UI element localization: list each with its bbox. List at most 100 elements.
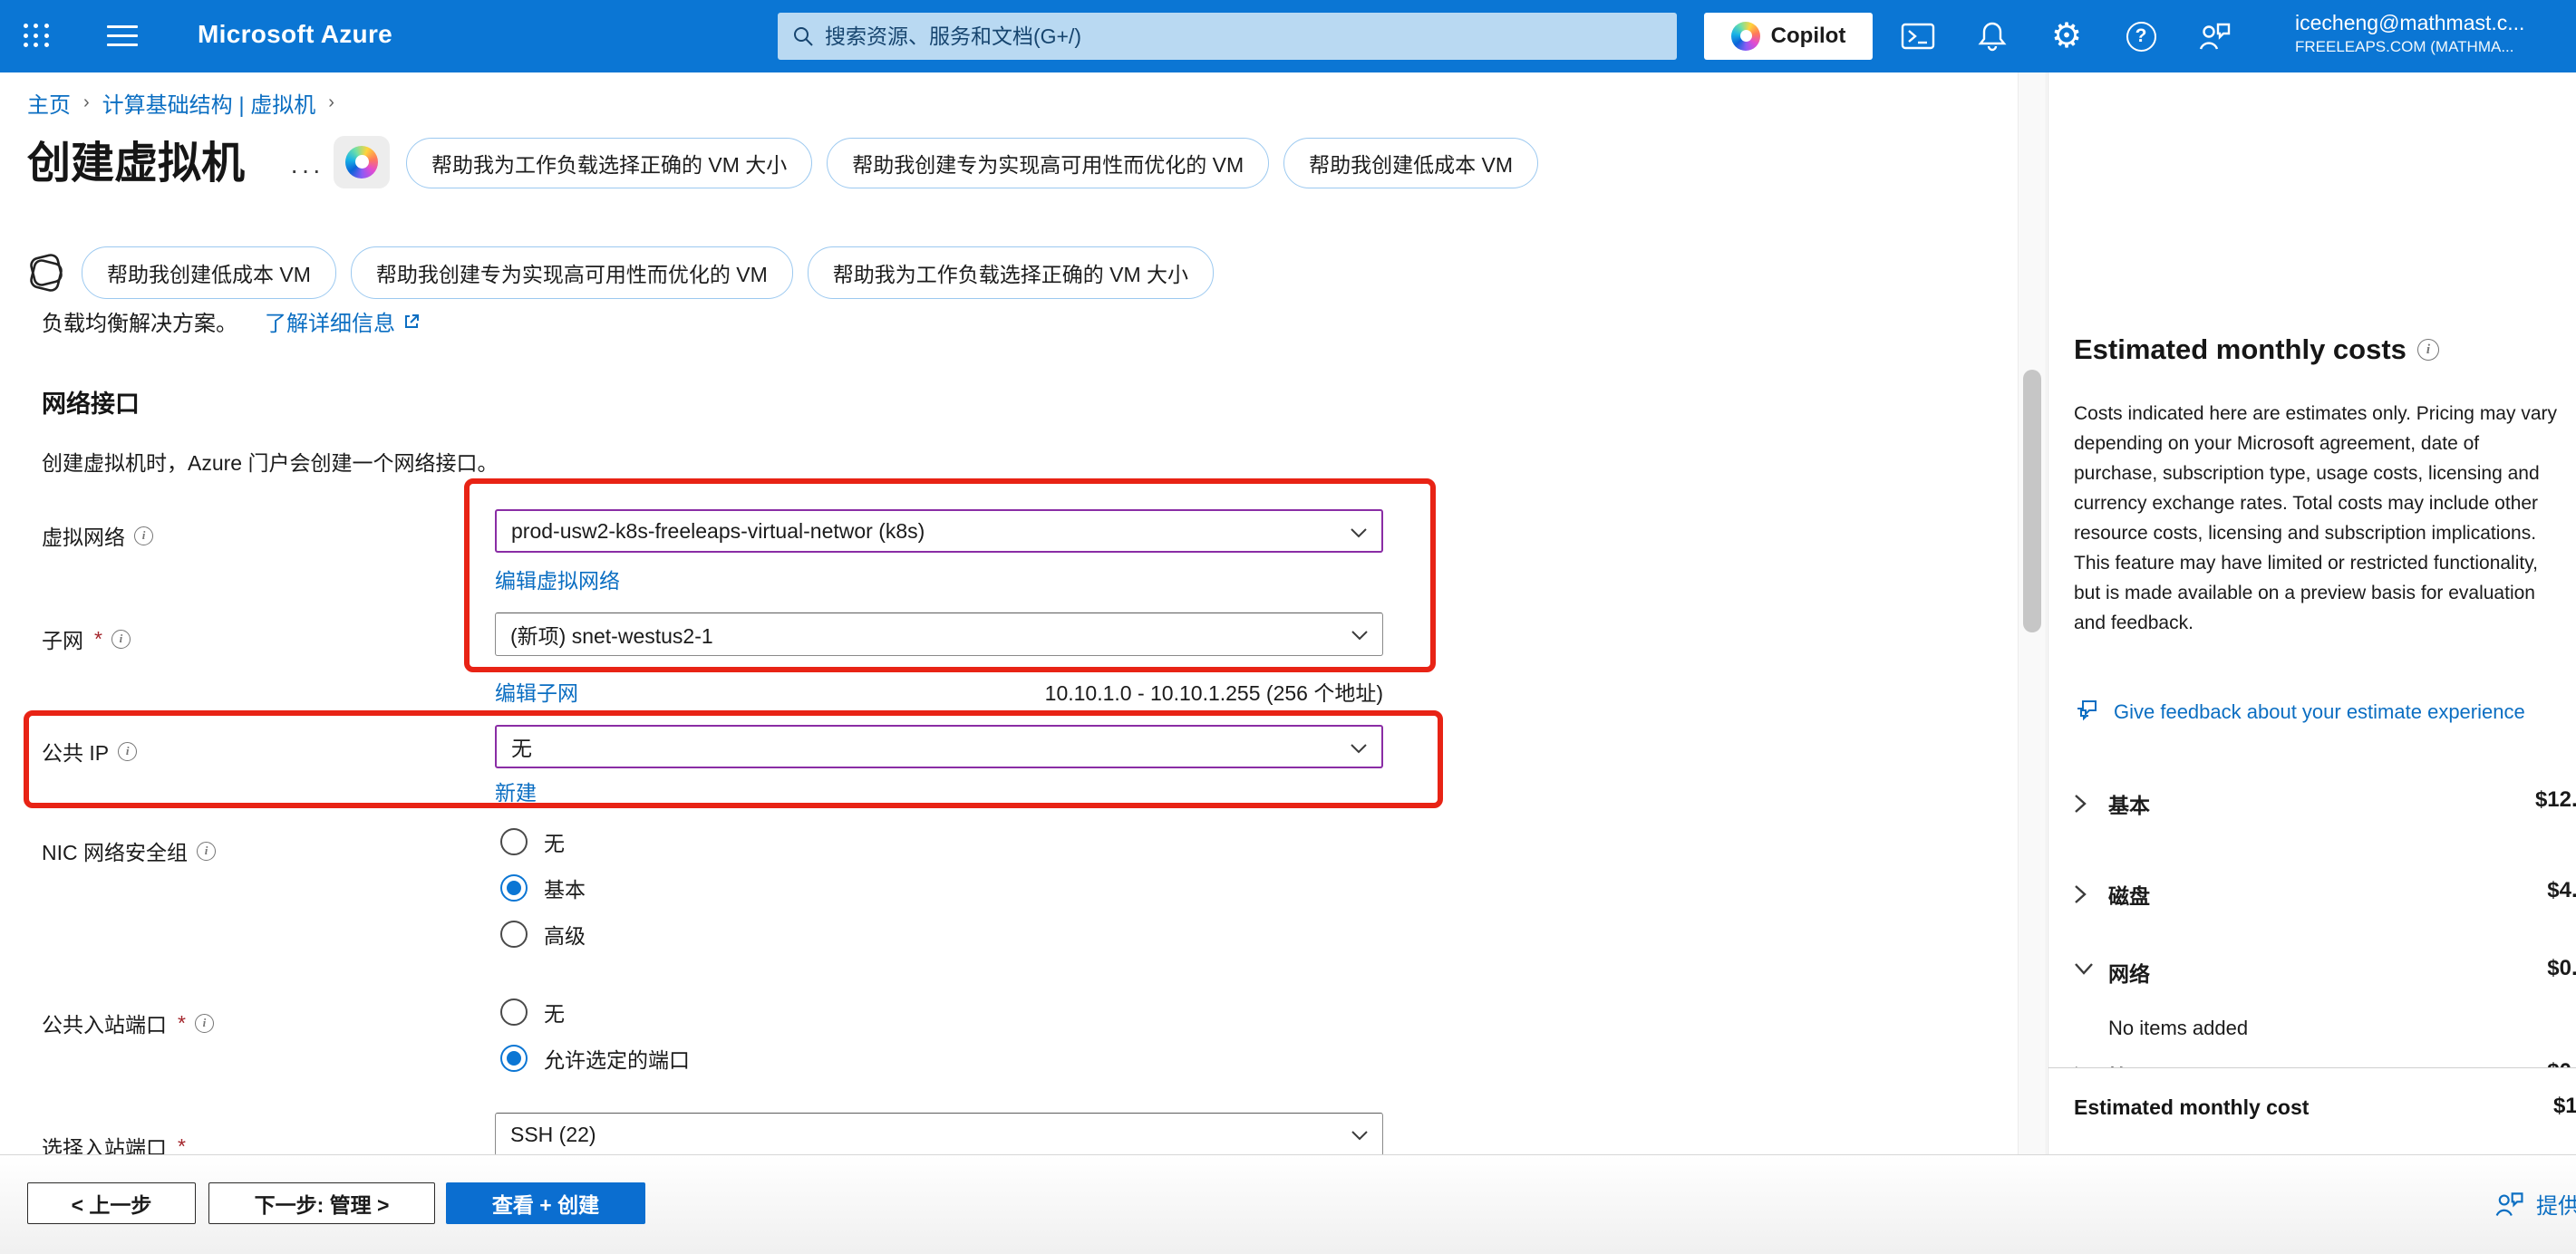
scrolled-text-clip: 负载均衡解决方案。 了解详细信息 — [42, 312, 857, 348]
copilot-icon — [1731, 22, 1760, 51]
learn-more-link[interactable]: 了解详细信息 — [265, 312, 421, 337]
account-menu[interactable]: icecheng@mathmast.c... FREELEAPS.COM (MA… — [2295, 11, 2572, 56]
public-ip-dropdown[interactable]: 无 — [495, 725, 1383, 768]
info-icon[interactable] — [2417, 339, 2439, 361]
cost-panel-title: Estimated monthly costs — [2074, 333, 2439, 366]
info-icon[interactable] — [118, 742, 137, 761]
inbound-ports-label: 公共入站端口 * — [42, 1008, 214, 1038]
breadcrumb-home[interactable]: 主页 — [27, 87, 71, 119]
account-email: icecheng@mathmast.c... — [2295, 11, 2572, 35]
cost-row-basic[interactable]: 基本 $12.9 — [2048, 785, 2576, 821]
radio-selected-icon — [500, 874, 528, 902]
top-bar: Microsoft Azure Copilot icech — [0, 0, 2576, 72]
page-title: 创建虚拟机 — [27, 127, 245, 190]
search-icon — [792, 25, 814, 47]
cost-row-disk[interactable]: 磁盘 $4.8 — [2048, 875, 2576, 912]
azure-portal: Microsoft Azure Copilot icech — [0, 0, 2576, 1254]
cost-panel-description: Costs indicated here are estimates only.… — [2074, 399, 2567, 638]
required-asterisk: * — [94, 627, 102, 651]
copilot-outline-icon — [25, 249, 67, 296]
inbound-radio-none[interactable]: 无 — [500, 997, 565, 1027]
search-input[interactable] — [825, 24, 1662, 49]
section-description: 创建虚拟机时，Azure 门户会创建一个网络接口。 — [42, 446, 498, 477]
chevron-down-icon — [2074, 962, 2094, 975]
copilot-chip-button[interactable] — [334, 136, 390, 188]
feedback-bubbles-icon — [2074, 698, 2101, 725]
review-create-button[interactable]: 查看 + 创建 — [446, 1182, 645, 1224]
settings-gear-icon[interactable] — [2048, 18, 2085, 54]
pill-right-vm-size[interactable]: 帮助我为工作负载选择正确的 VM 大小 — [406, 138, 812, 188]
cloud-shell-icon[interactable] — [1900, 18, 1936, 54]
footer-feedback-link[interactable]: 提供反馈 — [2494, 1188, 2576, 1220]
global-search[interactable] — [778, 13, 1677, 60]
notifications-bell-icon[interactable] — [1974, 18, 2010, 54]
load-balancing-text: 负载均衡解决方案。 — [42, 312, 237, 337]
nsg-label: NIC 网络安全组 — [42, 835, 216, 866]
nsg-radio-none[interactable]: 无 — [500, 826, 565, 857]
info-icon[interactable] — [197, 842, 216, 861]
subnet-address-range: 10.10.1.0 - 10.10.1.255 (256 个地址) — [1045, 676, 1383, 707]
wizard-footer: < 上一步 下一步: 管理 > 查看 + 创建 提供反馈 — [0, 1154, 2576, 1254]
subnet-links-row: 编辑子网 10.10.1.0 - 10.10.1.255 (256 个地址) — [495, 676, 1383, 707]
radio-icon — [500, 828, 528, 855]
nsg-radio-advanced[interactable]: 高级 — [500, 919, 586, 950]
external-link-icon — [402, 313, 421, 331]
create-new-public-ip-link[interactable]: 新建 — [495, 776, 537, 806]
chevron-down-icon — [1351, 1131, 1368, 1141]
account-tenant: FREELEAPS.COM (MATHMA... — [2295, 38, 2572, 56]
chevron-down-icon — [1351, 631, 1368, 641]
copilot-icon — [345, 146, 378, 178]
chevron-right-icon — [2074, 794, 2087, 814]
vnet-label: 虚拟网络 — [42, 520, 153, 551]
info-icon[interactable] — [195, 1014, 214, 1033]
cost-value: $12.9 — [2535, 787, 2576, 813]
nsg-radio-basic[interactable]: 基本 — [500, 873, 586, 903]
select-ports-dropdown[interactable]: SSH (22) — [495, 1113, 1383, 1156]
cost-row-network[interactable]: 网络 $0.0 — [2048, 953, 2576, 989]
pill-low-cost-vm[interactable]: 帮助我创建低成本 VM — [1283, 138, 1538, 188]
info-icon[interactable] — [134, 526, 153, 545]
copilot-suggestions-row-1: 帮助我为工作负载选择正确的 VM 大小 帮助我创建专为实现高可用性而优化的 VM… — [406, 138, 1538, 188]
copilot-label: Copilot — [1771, 24, 1846, 49]
estimated-monthly-cost-summary: Estimated monthly cost $17 — [2048, 1067, 2576, 1154]
radio-selected-icon — [500, 1045, 528, 1072]
pill-high-availability-vm[interactable]: 帮助我创建专为实现高可用性而优化的 VM — [351, 246, 793, 299]
chevron-down-icon — [1351, 744, 1367, 754]
hamburger-menu-icon[interactable] — [107, 25, 138, 53]
pill-high-availability-vm[interactable]: 帮助我创建专为实现高可用性而优化的 VM — [827, 138, 1269, 188]
breadcrumb-virtual-machines[interactable]: 计算基础结构 | 虚拟机 — [102, 87, 316, 119]
previous-step-button[interactable]: < 上一步 — [27, 1182, 196, 1224]
info-icon[interactable] — [111, 630, 131, 649]
vnet-dropdown[interactable]: prod-usw2-k8s-freeleaps-virtual-networ (… — [495, 509, 1383, 553]
estimate-feedback-link[interactable]: Give feedback about your estimate experi… — [2074, 698, 2527, 726]
network-no-items-text: No items added — [2108, 1017, 2248, 1040]
edit-subnet-link[interactable]: 编辑子网 — [495, 676, 578, 707]
cost-value: $4.8 — [2547, 878, 2576, 903]
radio-icon — [500, 921, 528, 948]
pill-low-cost-vm[interactable]: 帮助我创建低成本 VM — [82, 246, 336, 299]
edit-vnet-link[interactable]: 编辑虚拟网络 — [495, 564, 620, 594]
copilot-button[interactable]: Copilot — [1704, 13, 1873, 60]
azure-logo[interactable]: Microsoft Azure — [198, 20, 392, 49]
pill-right-vm-size[interactable]: 帮助我为工作负载选择正确的 VM 大小 — [808, 246, 1214, 299]
radio-icon — [500, 998, 528, 1026]
chevron-right-icon — [2074, 884, 2087, 904]
feedback-icon[interactable] — [2197, 18, 2233, 54]
app-launcher-icon[interactable] — [24, 24, 51, 49]
inbound-radio-allow-selected[interactable]: 允许选定的端口 — [500, 1043, 690, 1074]
help-icon[interactable] — [2123, 18, 2159, 54]
section-heading-network-interface: 网络接口 — [42, 384, 140, 420]
subnet-dropdown[interactable]: (新项) snet-westus2-1 — [495, 613, 1383, 656]
chevron-right-icon — [328, 92, 334, 113]
estimated-costs-panel: Estimated monthly costs Costs indicated … — [2048, 72, 2576, 1154]
more-options-icon[interactable] — [290, 156, 324, 185]
chevron-down-icon — [1351, 528, 1367, 538]
chevron-right-icon — [83, 92, 90, 113]
scrollbar-thumb[interactable] — [2023, 370, 2041, 632]
next-step-button[interactable]: 下一步: 管理 > — [208, 1182, 435, 1224]
cost-value: $0.0 — [2547, 956, 2576, 981]
feedback-person-icon — [2494, 1190, 2525, 1219]
required-asterisk: * — [178, 1011, 186, 1036]
total-value: $17 — [2553, 1094, 2576, 1119]
copilot-suggestions-row-2: 帮助我创建低成本 VM 帮助我创建专为实现高可用性而优化的 VM 帮助我为工作负… — [25, 246, 1214, 299]
